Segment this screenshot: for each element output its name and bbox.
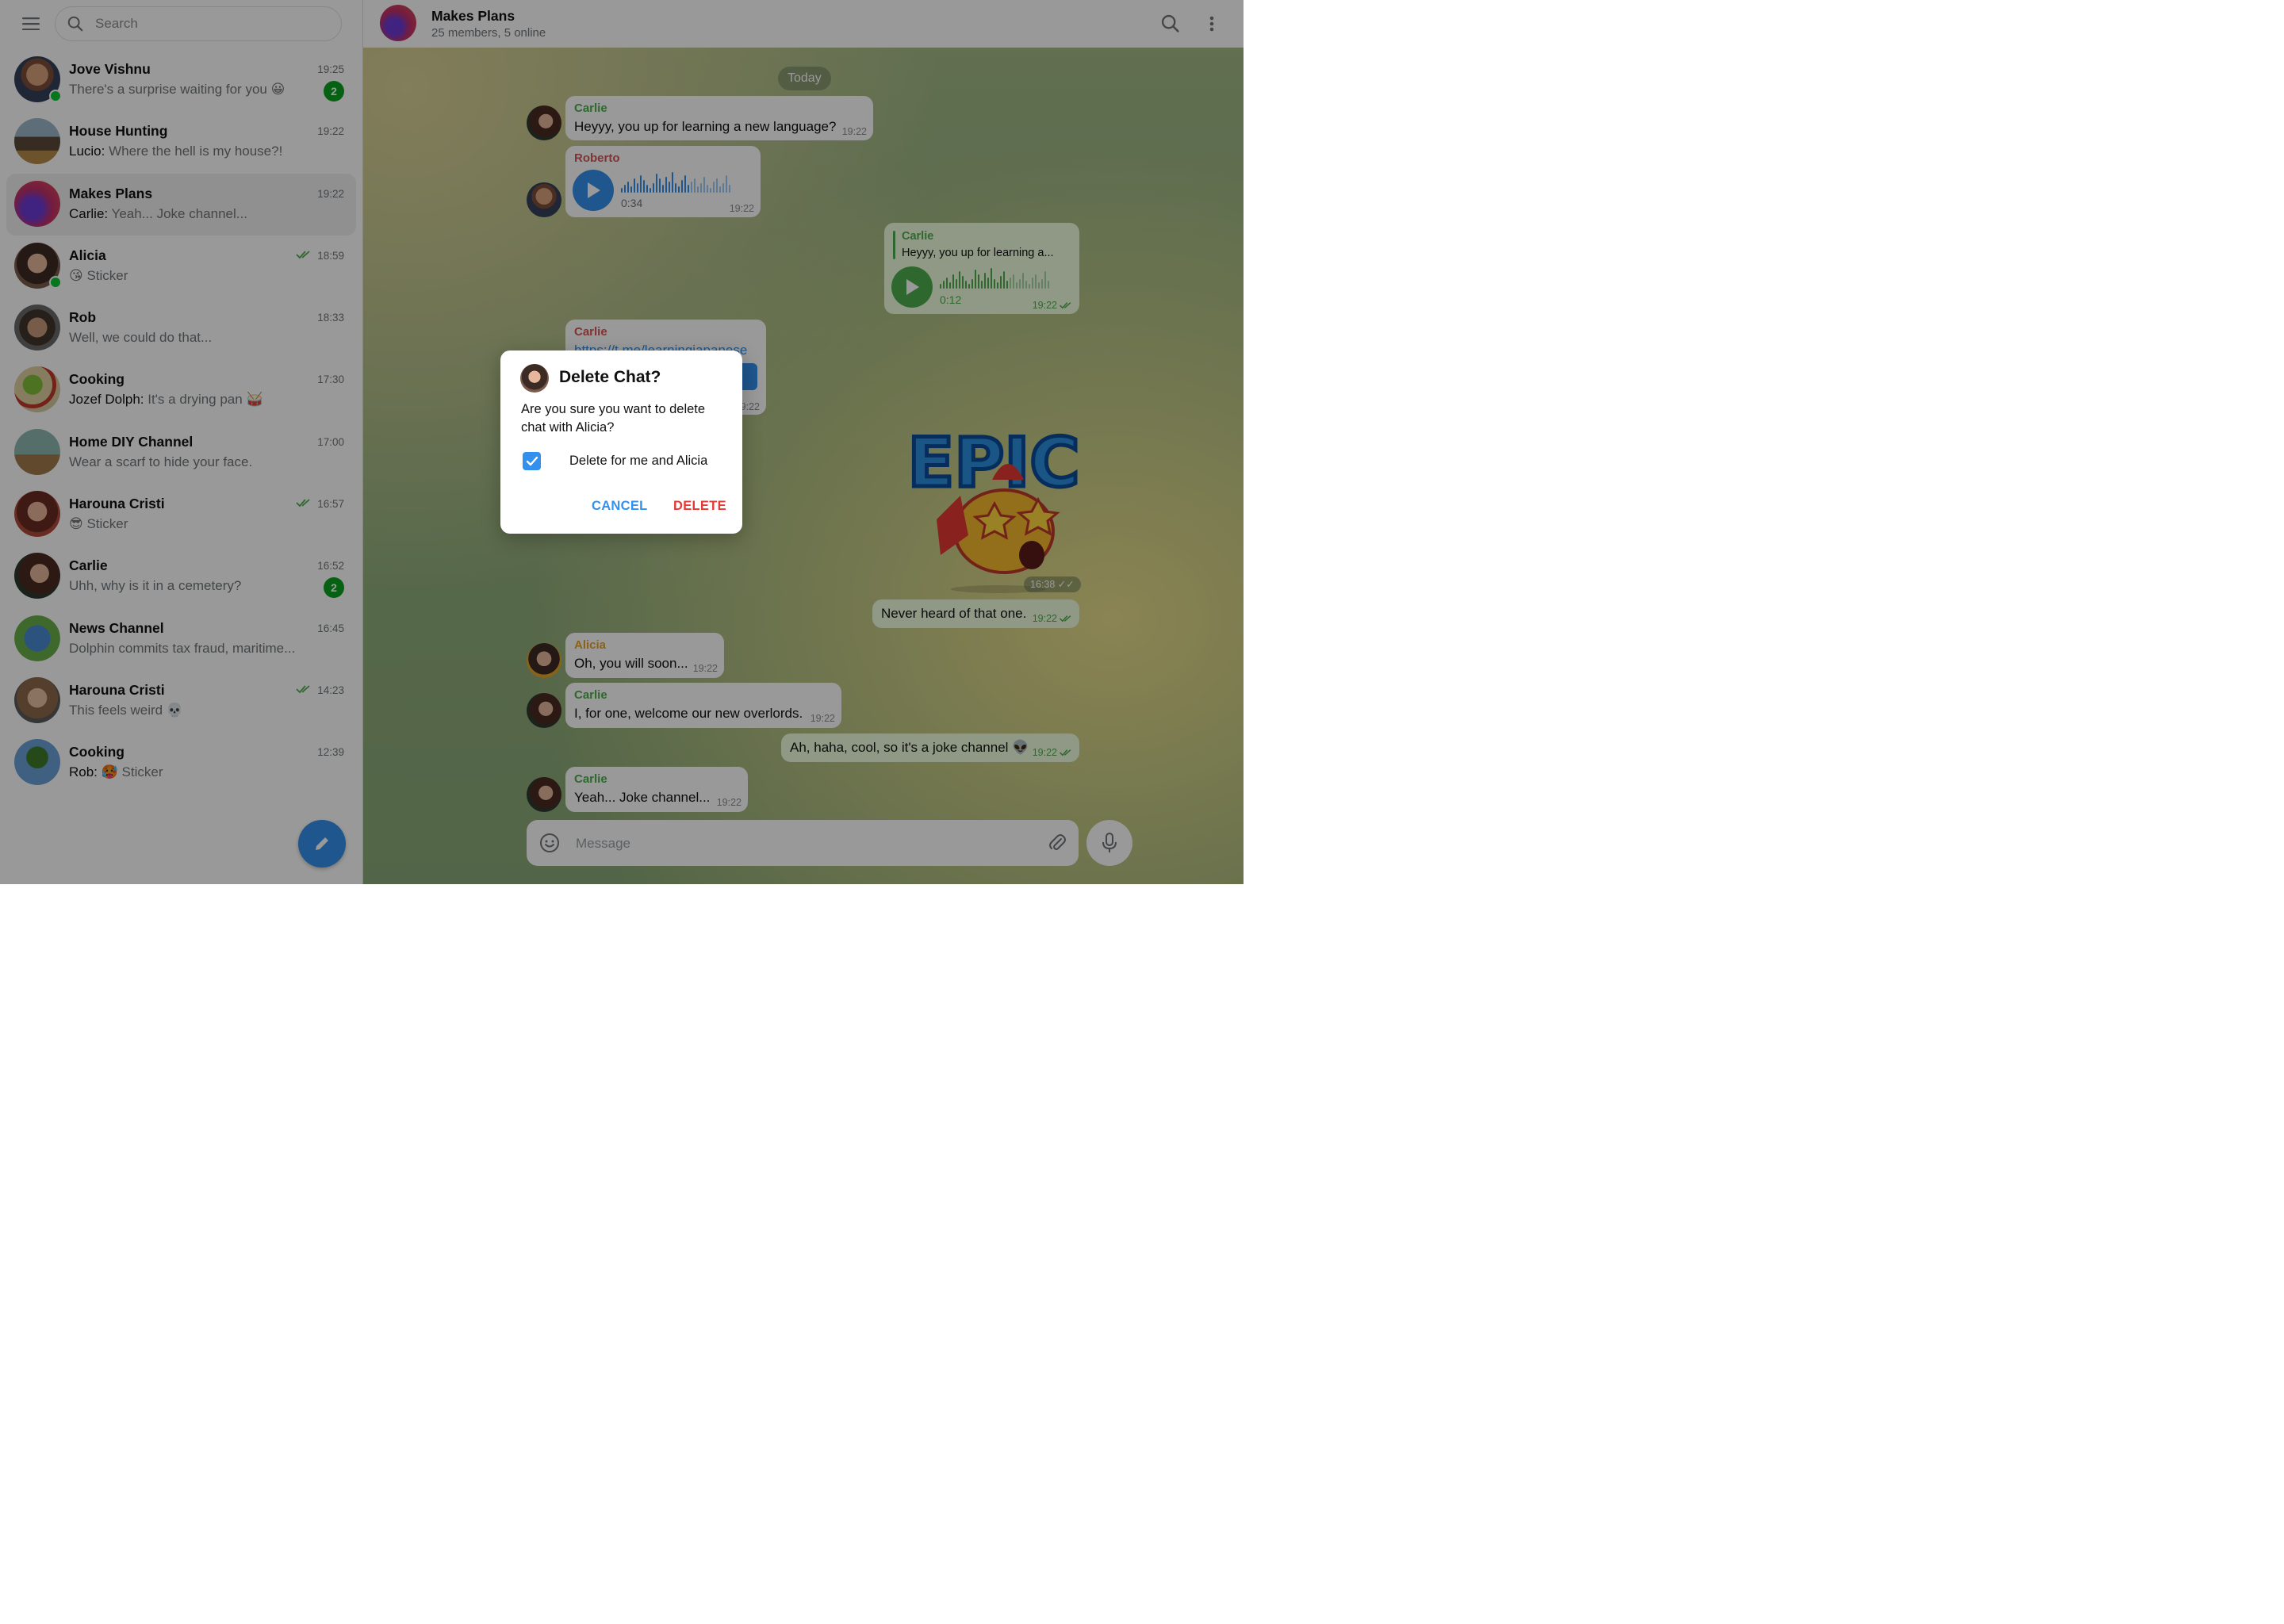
avatar bbox=[520, 364, 549, 393]
dialog-title: Delete Chat? bbox=[559, 368, 661, 386]
checkbox-label[interactable]: Delete for me and Alicia bbox=[569, 454, 707, 469]
delete-button[interactable]: DELETE bbox=[673, 499, 726, 514]
dialog-body: Are you sure you want to delete chat wit… bbox=[521, 402, 706, 435]
delete-for-both-checkbox[interactable] bbox=[523, 452, 541, 470]
delete-chat-dialog: Delete Chat? Are you sure you want to de… bbox=[500, 350, 742, 534]
cancel-button[interactable]: CANCEL bbox=[592, 499, 648, 514]
checkmark-icon bbox=[526, 456, 538, 465]
telegram-app: Jove Vishnu There's a surprise waiting f… bbox=[0, 0, 1244, 884]
